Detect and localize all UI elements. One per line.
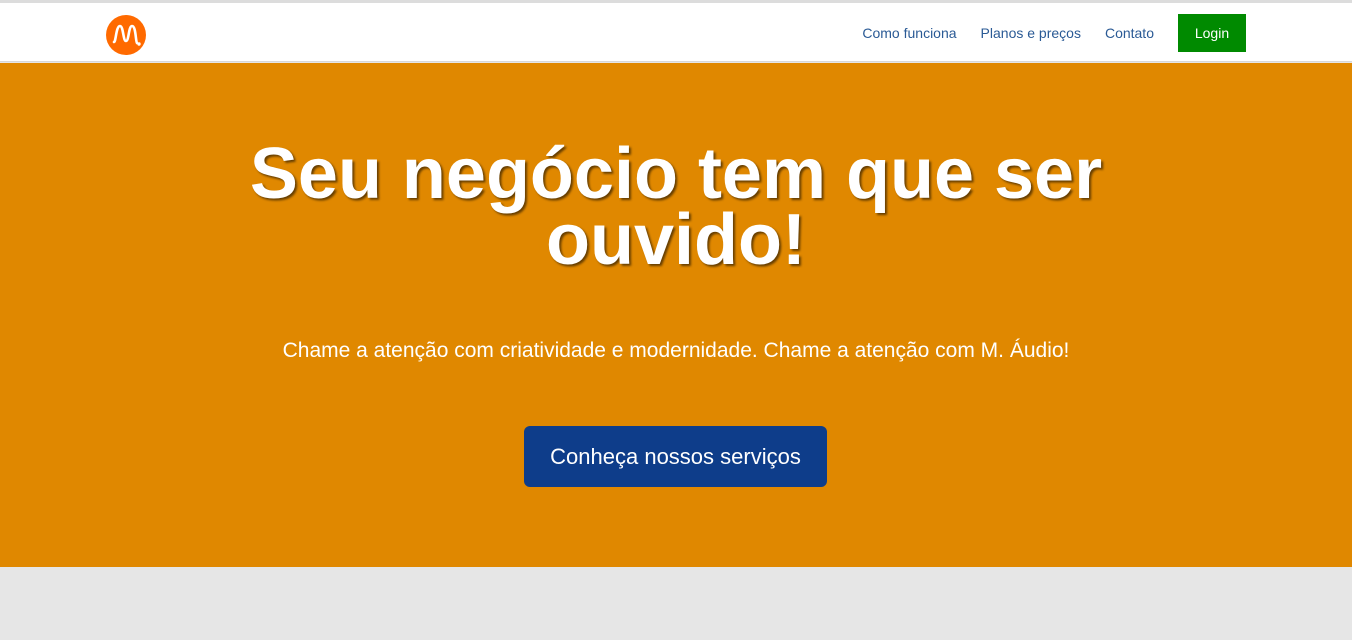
nav-link-como-funciona[interactable]: Como funciona bbox=[862, 25, 956, 41]
login-button[interactable]: Login bbox=[1178, 14, 1246, 52]
nav-link-planos-e-precos[interactable]: Planos e preços bbox=[981, 25, 1081, 41]
m-audio-logo-icon[interactable] bbox=[106, 15, 146, 55]
nav-link-contato[interactable]: Contato bbox=[1105, 25, 1154, 41]
navbar: Como funciona Planos e preços Contato Lo… bbox=[0, 3, 1352, 62]
services-cta-button[interactable]: Conheça nossos serviços bbox=[524, 426, 827, 487]
hero-title: Seu negócio tem que ser ouvido! bbox=[249, 134, 1103, 280]
hero-section: Seu negócio tem que ser ouvido! Chame a … bbox=[0, 63, 1352, 567]
nav-links: Como funciona Planos e preços Contato Lo… bbox=[862, 14, 1246, 52]
hero-subtitle: Chame a atenção com criatividade e moder… bbox=[282, 339, 1070, 362]
